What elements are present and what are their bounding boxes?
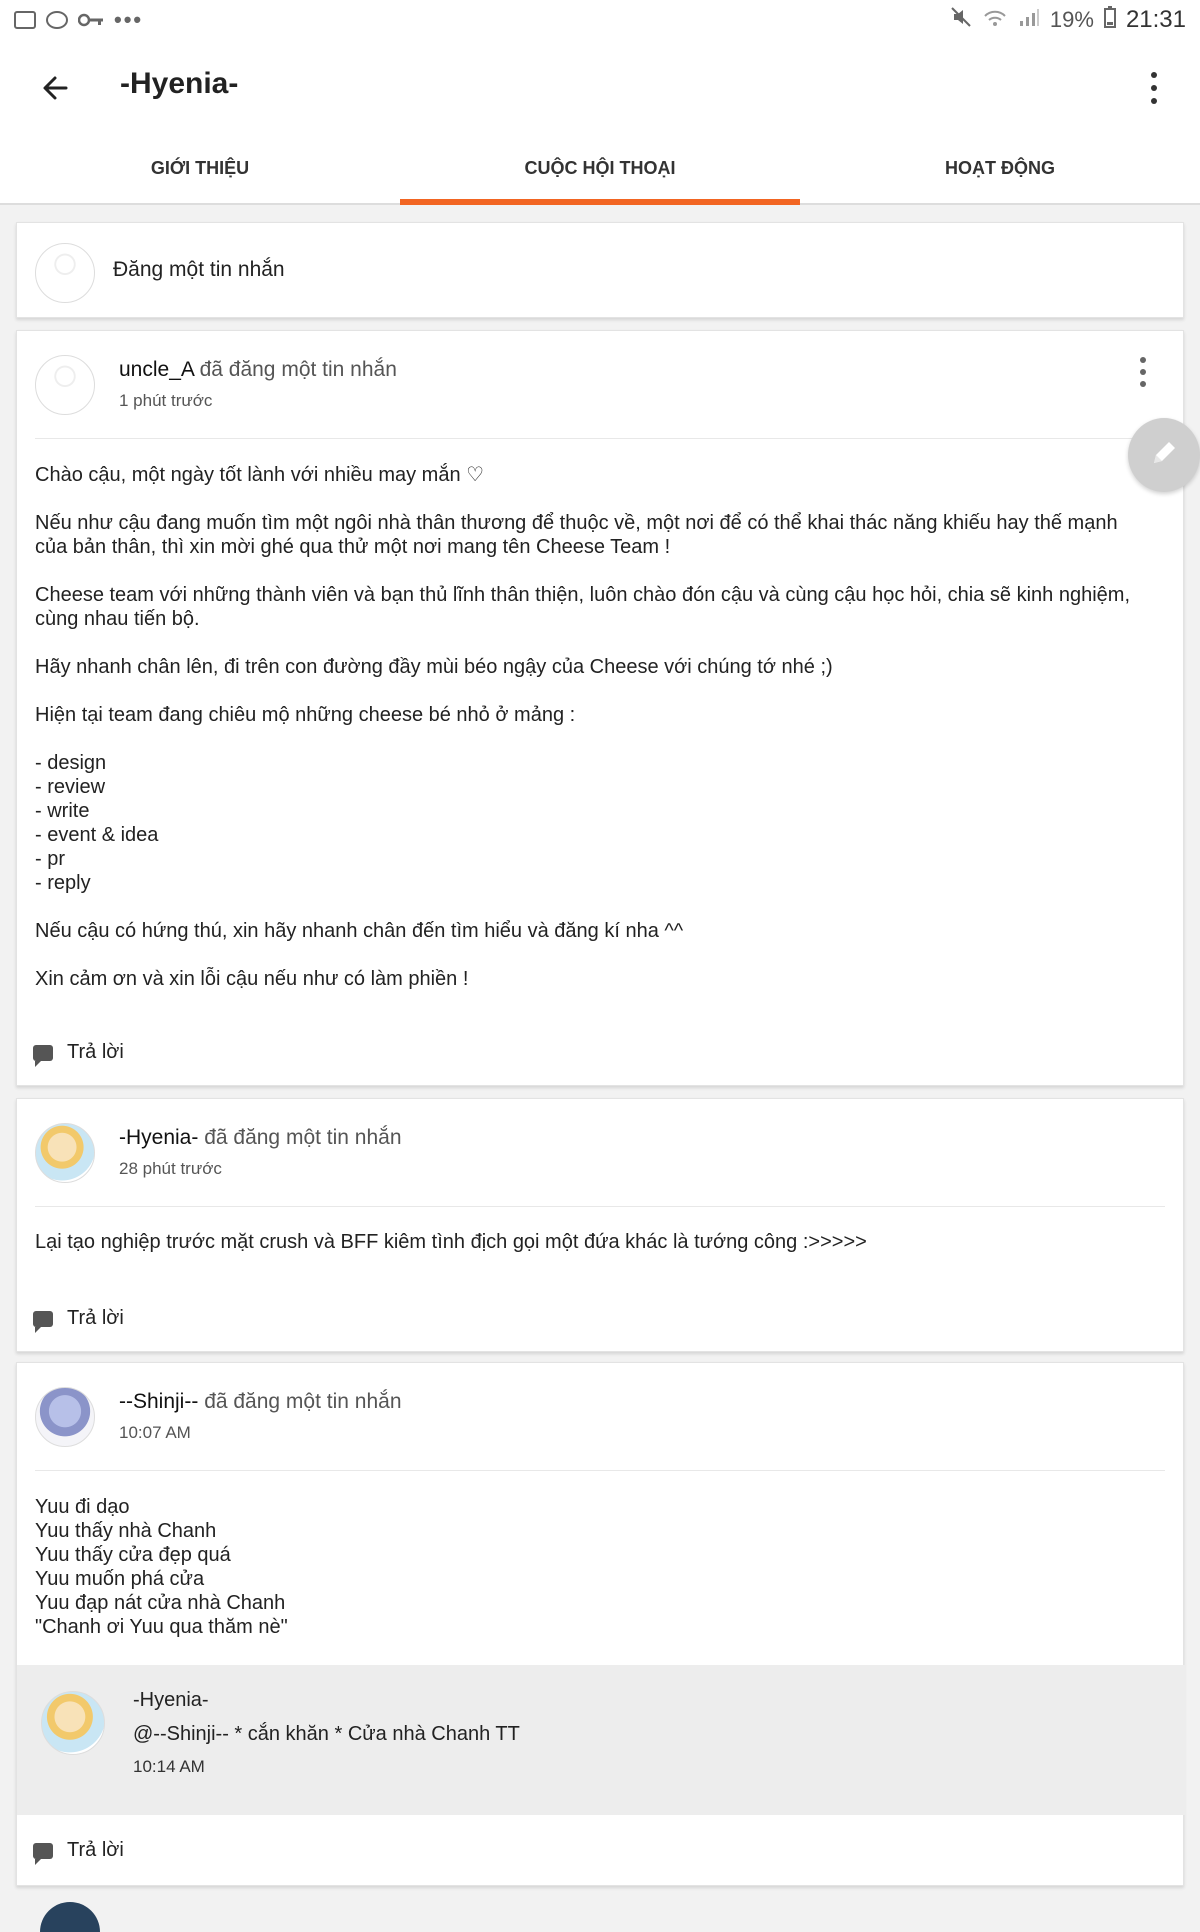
avatar <box>40 1902 100 1932</box>
post-byline: uncle_A đã đăng một tin nhắn <box>119 355 397 385</box>
status-left: ••• <box>14 7 143 33</box>
post-card: -Hyenia- đã đăng một tin nhắn 28 phút tr… <box>16 1098 1184 1352</box>
divider <box>35 438 1165 439</box>
post-menu-icon[interactable] <box>1133 357 1153 387</box>
comment-reply: -Hyenia- @--Shinji-- * cắn khăn * Cửa nh… <box>17 1665 1185 1815</box>
avatar[interactable] <box>35 1387 95 1447</box>
post-body: Yuu đi dạo Yuu thấy nhà Chanh Yuu thấy c… <box>35 1496 288 1638</box>
author-name[interactable]: uncle_A <box>119 358 194 381</box>
reply-label: Trả lời <box>67 1041 124 1063</box>
arrow-left-icon[interactable] <box>36 68 76 108</box>
post-time: 10:07 AM <box>119 1423 191 1442</box>
post-time: 28 phút trước <box>119 1159 222 1178</box>
post-body: Lại tạo nghiệp trước mặt crush và BFF ki… <box>35 1231 867 1253</box>
post-action: đã đăng một tin nhắn <box>199 358 397 381</box>
comment-icon <box>33 1842 53 1865</box>
reply-text: @--Shinji-- * cắn khăn * Cửa nhà Chanh T… <box>133 1723 520 1745</box>
compose-card[interactable]: Đăng một tin nhắn <box>16 222 1184 318</box>
reply-button[interactable]: Trả lời <box>33 1041 124 1067</box>
reply-author[interactable]: -Hyenia- <box>133 1689 209 1712</box>
post-byline: --Shinji-- đã đăng một tin nhắn <box>119 1387 402 1417</box>
reply-label: Trả lời <box>67 1839 124 1861</box>
status-right: 19% 21:31 <box>950 6 1186 34</box>
battery-icon <box>1103 6 1116 34</box>
post-time: 1 phút trước <box>119 391 213 410</box>
post-byline: -Hyenia- đã đăng một tin nhắn <box>119 1123 402 1153</box>
more-notifications-icon: ••• <box>114 7 144 32</box>
wifi-icon <box>982 6 1008 34</box>
reply-label: Trả lời <box>67 1307 124 1329</box>
signal-icon <box>1018 7 1040 33</box>
pencil-icon <box>1148 437 1180 474</box>
mute-icon <box>950 6 972 34</box>
tab-gioi-thieu[interactable]: GIỚI THIỆU <box>0 125 400 203</box>
reply-time: 10:14 AM <box>133 1757 205 1776</box>
avatar[interactable] <box>35 355 95 415</box>
post-action: đã đăng một tin nhắn <box>204 1390 402 1413</box>
tab-bar: GIỚI THIỆU CUỘC HỘI THOẠI HOẠT ĐỘNG <box>0 125 1200 205</box>
post-action: đã đăng một tin nhắn <box>204 1126 402 1149</box>
comment-icon <box>33 1044 53 1067</box>
avatar[interactable] <box>35 1123 95 1183</box>
clock: 21:31 <box>1125 6 1186 33</box>
image-icon <box>14 11 36 29</box>
post-card: --Shinji-- đã đăng một tin nhắn 10:07 AM… <box>16 1362 1185 1886</box>
key-icon <box>77 7 104 33</box>
reply-button[interactable]: Trả lời <box>33 1839 124 1865</box>
reply-button[interactable]: Trả lời <box>33 1307 124 1333</box>
post-header: -Hyenia- đã đăng một tin nhắn 28 phút tr… <box>35 1123 402 1183</box>
avatar[interactable] <box>41 1691 105 1755</box>
divider <box>35 1206 1165 1207</box>
page-title: -Hyenia- <box>120 67 239 100</box>
divider <box>35 1470 1165 1471</box>
compose-prompt[interactable]: Đăng một tin nhắn <box>113 258 285 282</box>
battery-percent: 19% <box>1049 7 1094 32</box>
comment-icon <box>33 1310 53 1333</box>
post-card: uncle_A đã đăng một tin nhắn 1 phút trướ… <box>16 330 1184 1086</box>
post-header: uncle_A đã đăng một tin nhắn 1 phút trướ… <box>35 355 397 415</box>
status-bar: ••• 19% 21:31 <box>0 0 1200 40</box>
author-name[interactable]: --Shinji-- <box>119 1390 198 1413</box>
tab-hoat-dong[interactable]: HOẠT ĐỘNG <box>800 125 1200 203</box>
avatar <box>35 243 95 303</box>
author-name[interactable]: -Hyenia- <box>119 1126 198 1149</box>
post-header: --Shinji-- đã đăng một tin nhắn 10:07 AM <box>35 1387 402 1447</box>
compose-fab[interactable] <box>1128 418 1200 492</box>
tab-cuoc-hoi-thoai[interactable]: CUỘC HỘI THOẠI <box>400 125 800 205</box>
media-icon <box>46 11 68 29</box>
post-body: Chào cậu, một ngày tốt lành với nhiều ma… <box>35 464 1131 990</box>
more-vertical-icon[interactable] <box>1144 68 1164 108</box>
